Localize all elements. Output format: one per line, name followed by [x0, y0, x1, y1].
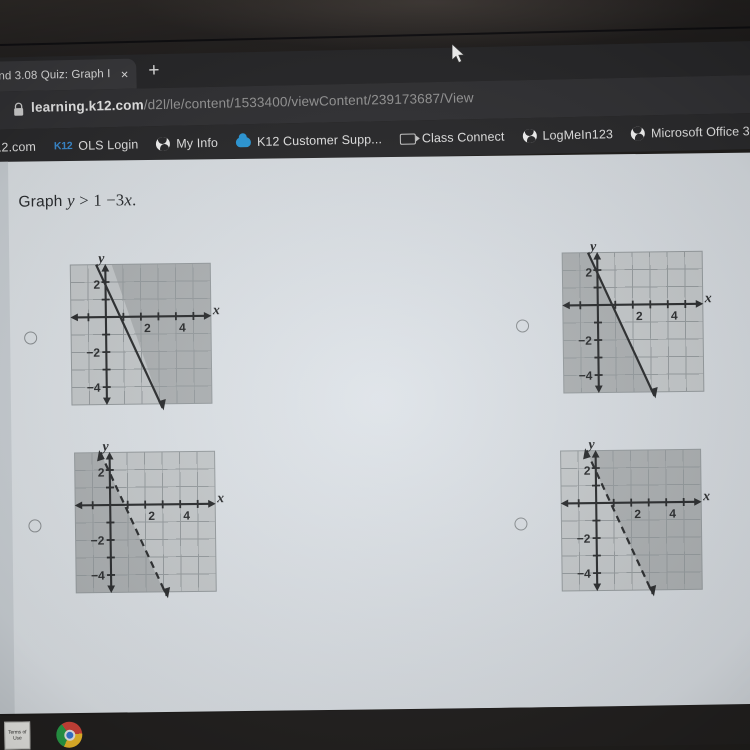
- svg-text:−2: −2: [578, 334, 592, 348]
- question-three: 3: [115, 190, 125, 210]
- svg-text:2: 2: [636, 309, 643, 323]
- svg-text:y: y: [588, 240, 597, 255]
- answer-choice-a[interactable]: 2 4 2 −2 −4 x y: [23, 249, 227, 423]
- k12-icon: K12: [53, 139, 73, 153]
- close-icon[interactable]: ×: [119, 66, 131, 81]
- graph-a: 2 4 2 −2 −4 x y: [50, 249, 227, 423]
- svg-text:x: x: [704, 291, 712, 306]
- url-host: learning.k12.com: [30, 97, 144, 115]
- screen-photo: nd 3.08 Quiz: Graph I × + learning.k12.c…: [0, 0, 750, 750]
- answer-choices: 2 4 2 −2 −4 x y 2 4 2 −2 −4 x y 2 4 2 −2…: [15, 235, 750, 664]
- svg-text:y: y: [586, 438, 595, 453]
- url-text: learning.k12.com/d2l/le/content/1533400/…: [31, 90, 474, 115]
- bookmark-label: OLS Login: [78, 137, 139, 153]
- graph-c: 2 4 2 −2 −4 x y: [54, 437, 231, 611]
- document-icon[interactable]: Terms of Use: [4, 721, 31, 750]
- tab-title: nd 3.08 Quiz: Graph I: [0, 68, 111, 83]
- question-variable-x: x: [124, 190, 133, 210]
- svg-text:−2: −2: [577, 532, 591, 546]
- page-left-margin: [0, 161, 15, 722]
- lock-icon: [14, 102, 24, 116]
- svg-text:2: 2: [634, 507, 641, 521]
- bookmark-label: My Info: [176, 135, 219, 151]
- svg-text:4: 4: [669, 507, 676, 521]
- question-period: .: [131, 190, 137, 210]
- bookmark-k12-customer-support[interactable]: K12 Customer Supp...: [235, 132, 383, 149]
- svg-text:4: 4: [183, 509, 190, 523]
- svg-text:4: 4: [179, 321, 186, 335]
- mouse-cursor: [452, 44, 465, 64]
- globe-icon: [156, 136, 171, 152]
- radio-button-c[interactable]: [28, 518, 42, 533]
- svg-text:2: 2: [98, 466, 105, 480]
- svg-text:−2: −2: [91, 534, 105, 548]
- radio-button-b[interactable]: [515, 318, 530, 333]
- question-lead: Graph: [18, 193, 63, 211]
- graph-d: 2 4 2 −2 −4 x y: [540, 435, 717, 609]
- new-tab-button[interactable]: +: [148, 60, 160, 81]
- svg-text:y: y: [96, 252, 105, 267]
- question-one: 1: [93, 190, 102, 210]
- svg-text:−4: −4: [91, 569, 105, 583]
- camera-icon: [399, 132, 417, 145]
- bookmark-k12com[interactable]: K12.com: [0, 140, 36, 155]
- browser-chrome: nd 3.08 Quiz: Graph I × + learning.k12.c…: [0, 40, 750, 166]
- svg-text:x: x: [216, 491, 224, 506]
- svg-text:−4: −4: [579, 369, 593, 383]
- browser-tab[interactable]: nd 3.08 Quiz: Graph I ×: [0, 58, 137, 92]
- svg-text:2: 2: [93, 278, 100, 292]
- bookmark-my-info[interactable]: My Info: [156, 135, 219, 152]
- bookmark-logmein123[interactable]: LogMeIn123: [522, 127, 614, 144]
- cloud-icon: [235, 137, 252, 148]
- svg-text:−4: −4: [577, 567, 591, 581]
- bookmark-label: Class Connect: [421, 129, 505, 146]
- graph-b: 2 4 2 −2 −4 x y: [542, 237, 719, 411]
- chrome-icon[interactable]: [56, 721, 83, 748]
- url-path: /d2l/le/content/1533400/viewContent/2391…: [143, 90, 474, 113]
- answer-choice-d[interactable]: 2 4 2 −2 −4 x y: [513, 435, 717, 609]
- svg-text:2: 2: [584, 464, 591, 478]
- bookmark-class-connect[interactable]: Class Connect: [399, 129, 505, 146]
- svg-text:−4: −4: [87, 381, 101, 395]
- question-relation: >: [79, 190, 89, 210]
- svg-text:4: 4: [671, 309, 678, 323]
- answer-choice-b[interactable]: 2 4 2 −2 −4 x y: [515, 237, 719, 411]
- svg-text:x: x: [702, 489, 710, 504]
- taskbar-item-label: Terms of Use: [8, 729, 27, 742]
- svg-text:x: x: [212, 303, 220, 318]
- radio-button-d[interactable]: [514, 516, 528, 531]
- bookmark-label: K12.com: [0, 139, 37, 155]
- bookmark-ols-login[interactable]: K12 OLS Login: [54, 138, 139, 154]
- svg-text:2: 2: [148, 509, 155, 523]
- bookmark-label: Microsoft Office 365: [650, 123, 750, 141]
- svg-text:2: 2: [144, 321, 151, 335]
- radio-button-a[interactable]: [24, 330, 38, 345]
- bookmark-microsoft-office-365[interactable]: Microsoft Office 365: [630, 123, 750, 141]
- svg-text:−2: −2: [86, 346, 100, 360]
- answer-choice-c[interactable]: 2 4 2 −2 −4 x y: [27, 437, 231, 611]
- svg-text:2: 2: [585, 266, 592, 280]
- bookmark-label: K12 Customer Supp...: [256, 132, 383, 149]
- globe-icon: [522, 128, 537, 144]
- page-content: Graph y > 1 −3x. 2 4 2 −2 −4 x y 2 4 2 −…: [0, 152, 750, 722]
- bookmark-label: LogMeIn123: [542, 127, 614, 143]
- svg-text:y: y: [100, 440, 109, 455]
- question-variable-y: y: [66, 190, 75, 211]
- question-prompt: Graph y > 1 −3x.: [18, 190, 136, 211]
- globe-icon: [630, 126, 646, 141]
